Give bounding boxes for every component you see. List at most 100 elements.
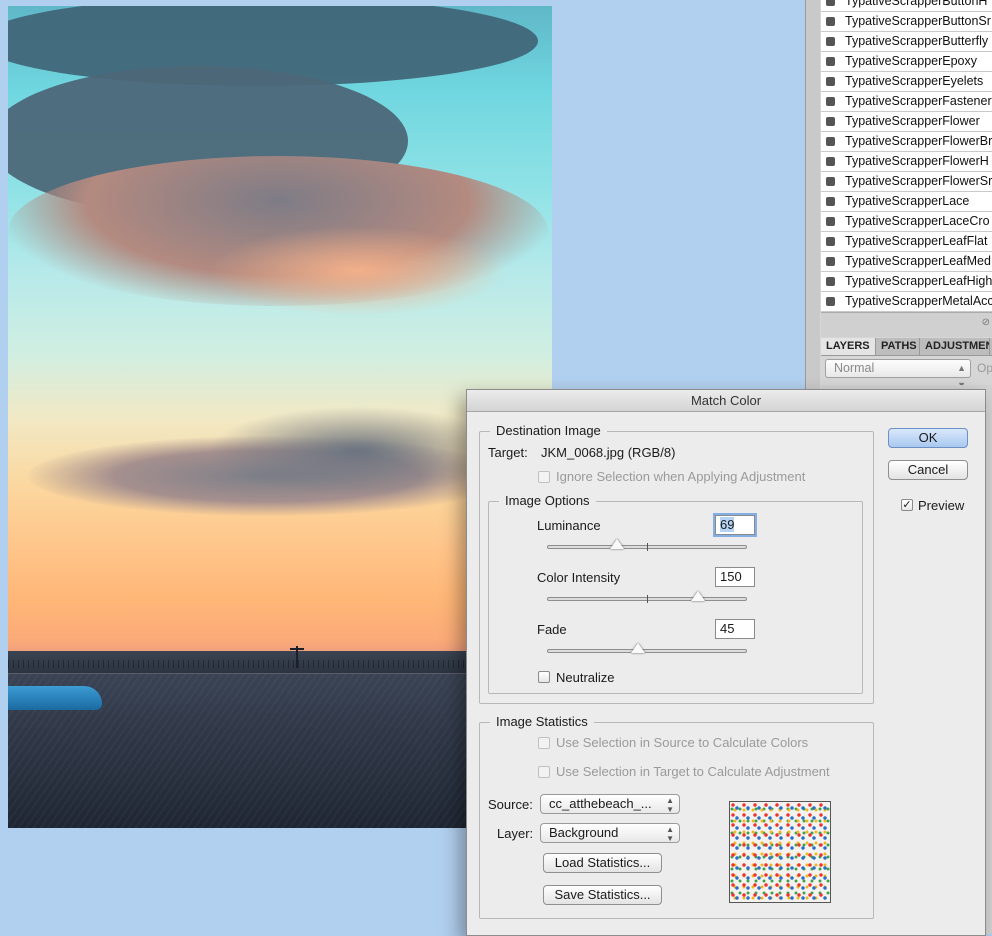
tab-paths[interactable]: PATHS xyxy=(876,338,920,355)
tab-adjustments[interactable]: ADJUSTMENTS xyxy=(920,338,990,355)
style-swatch-icon xyxy=(826,237,835,246)
style-swatch-icon xyxy=(826,17,835,26)
neutralize-label: Neutralize xyxy=(556,670,615,685)
preview-checkbox[interactable]: ✓ xyxy=(901,499,913,511)
slider-center-tick xyxy=(647,595,648,603)
luminance-value: 69 xyxy=(720,517,735,532)
ignore-selection-label: Ignore Selection when Applying Adjustmen… xyxy=(556,469,806,484)
style-list-item-label: TypativeScrapperLeafFlat xyxy=(845,234,988,248)
style-list-item[interactable]: TypativeScrapperFlower xyxy=(821,112,992,132)
luminance-slider-thumb[interactable] xyxy=(610,539,624,549)
color-intensity-slider-track[interactable] xyxy=(547,591,747,603)
style-list-item[interactable]: TypativeScrapperFlowerH xyxy=(821,152,992,172)
style-swatch-icon xyxy=(826,177,835,186)
layer-select[interactable]: Background ▲ ▼ xyxy=(540,823,680,843)
use-selection-source-label: Use Selection in Source to Calculate Col… xyxy=(556,735,809,750)
target-value: JKM_0068.jpg (RGB/8) xyxy=(541,445,676,460)
style-list-item-label: TypativeScrapperButtonH xyxy=(845,0,988,8)
style-list-item-label: TypativeScrapperButterfly xyxy=(845,34,989,48)
use-selection-source-checkbox[interactable] xyxy=(538,737,550,749)
fade-label: Fade xyxy=(537,622,567,637)
style-list-item-label: TypativeScrapperLeafHigh xyxy=(845,274,992,288)
style-swatch-icon xyxy=(826,297,835,306)
style-list-item[interactable]: TypativeScrapperLeafMed xyxy=(821,252,992,272)
source-select-value: cc_atthebeach_... xyxy=(549,796,652,811)
style-swatch-icon xyxy=(826,117,835,126)
style-list-item[interactable]: TypativeScrapperButtonH xyxy=(821,0,992,12)
color-intensity-input[interactable]: 150 xyxy=(715,567,755,587)
luminance-input[interactable]: 69 xyxy=(715,515,755,535)
styles-list[interactable]: TypativeScrapperButtonH TypativeScrapperB… xyxy=(821,0,992,312)
style-list-item[interactable]: TypativeScrapperLace xyxy=(821,192,992,212)
style-list-item-label: TypativeScrapperLaceCro xyxy=(845,214,990,228)
style-list-item-label: TypativeScrapperFastener xyxy=(845,94,992,108)
source-label: Source: xyxy=(488,797,533,812)
cloud-mid xyxy=(208,406,508,496)
style-list-item[interactable]: TypativeScrapperFastener xyxy=(821,92,992,112)
source-select[interactable]: cc_atthebeach_... ▲ ▼ xyxy=(540,794,680,814)
style-list-item[interactable]: TypativeScrapperLaceCro xyxy=(821,212,992,232)
color-intensity-slider-thumb[interactable] xyxy=(691,591,705,601)
style-list-item-label: TypativeScrapperFlower xyxy=(845,114,980,128)
fade-value: 45 xyxy=(720,621,735,636)
color-intensity-value: 150 xyxy=(720,569,742,584)
cancel-button[interactable]: Cancel xyxy=(888,460,968,480)
style-list-item-label: TypativeScrapperFlowerSr xyxy=(845,174,992,188)
style-list-item[interactable]: TypativeScrapperButtonSr xyxy=(821,12,992,32)
use-selection-target-label: Use Selection in Target to Calculate Adj… xyxy=(556,764,830,779)
style-swatch-icon xyxy=(826,57,835,66)
style-swatch-icon xyxy=(826,37,835,46)
dialog-title: Match Color xyxy=(690,393,762,408)
image-statistics-title: Image Statistics xyxy=(490,714,594,729)
resize-grip-icon[interactable]: ⊘ xyxy=(982,317,990,328)
neutralize-checkbox[interactable] xyxy=(538,671,550,683)
style-swatch-icon xyxy=(826,137,835,146)
layer-select-value: Background xyxy=(549,825,619,840)
style-list-item-label: TypativeScrapperButtonSr xyxy=(845,14,991,28)
style-swatch-icon xyxy=(826,157,835,166)
dialog-titlebar[interactable]: Match Color xyxy=(467,390,985,412)
style-list-item[interactable]: TypativeScrapperFlowerSr xyxy=(821,172,992,192)
ok-button[interactable]: OK xyxy=(888,428,968,448)
image-options-title: Image Options xyxy=(499,493,596,508)
layers-panel-tabs: LAYERS PATHS ADJUSTMENTS xyxy=(821,338,992,356)
fade-input[interactable]: 45 xyxy=(715,619,755,639)
use-selection-target-checkbox[interactable] xyxy=(538,766,550,778)
select-arrows-icon: ▲▼ xyxy=(666,825,674,843)
style-list-item-label: TypativeScrapperEpoxy xyxy=(845,54,978,68)
fade-slider-thumb[interactable] xyxy=(631,643,645,653)
tab-layers[interactable]: LAYERS xyxy=(821,338,876,355)
style-list-item-label: TypativeScrapperFlowerH xyxy=(845,154,989,168)
panel-resize-grip[interactable]: ⊘ xyxy=(821,312,992,337)
style-swatch-icon xyxy=(826,257,835,266)
style-list-item-label: TypativeScrapperLace xyxy=(845,194,970,208)
opacity-label: Op xyxy=(977,361,992,375)
style-swatch-icon xyxy=(826,0,835,6)
select-arrows-icon: ▲▼ xyxy=(666,796,674,814)
save-statistics-button[interactable]: Save Statistics... xyxy=(543,885,662,905)
style-swatch-icon xyxy=(826,197,835,206)
luminance-label: Luminance xyxy=(537,518,601,533)
style-list-item[interactable]: TypativeScrapperEpoxy xyxy=(821,52,992,72)
style-list-item-label: TypativeScrapperFlowerBr xyxy=(845,134,992,148)
style-list-item[interactable]: TypativeScrapperMetalAcc xyxy=(821,292,992,312)
style-list-item[interactable]: TypativeScrapperLeafHigh xyxy=(821,272,992,292)
source-preview-thumbnail xyxy=(729,801,831,903)
utility-pole xyxy=(290,646,304,668)
preview-label: Preview xyxy=(918,498,965,513)
style-list-item[interactable]: TypativeScrapperFlowerBr xyxy=(821,132,992,152)
fade-slider-track[interactable] xyxy=(547,643,747,653)
boat xyxy=(8,686,102,710)
luminance-slider-track[interactable] xyxy=(547,539,747,551)
target-label: Target: xyxy=(488,445,528,460)
blend-mode-select[interactable]: Normal ▲▼ xyxy=(825,359,971,390)
style-list-item[interactable]: TypativeScrapperLeafFlat xyxy=(821,232,992,252)
slider-center-tick xyxy=(647,543,648,551)
ignore-selection-checkbox[interactable] xyxy=(538,471,550,483)
style-list-item[interactable]: TypativeScrapperButterfly xyxy=(821,32,992,52)
destination-image-title: Destination Image xyxy=(490,423,607,438)
layer-label: Layer: xyxy=(497,826,534,841)
style-list-item[interactable]: TypativeScrapperEyelets xyxy=(821,72,992,92)
load-statistics-button[interactable]: Load Statistics... xyxy=(543,853,662,873)
style-list-item-label: TypativeScrapperEyelets xyxy=(845,74,984,88)
